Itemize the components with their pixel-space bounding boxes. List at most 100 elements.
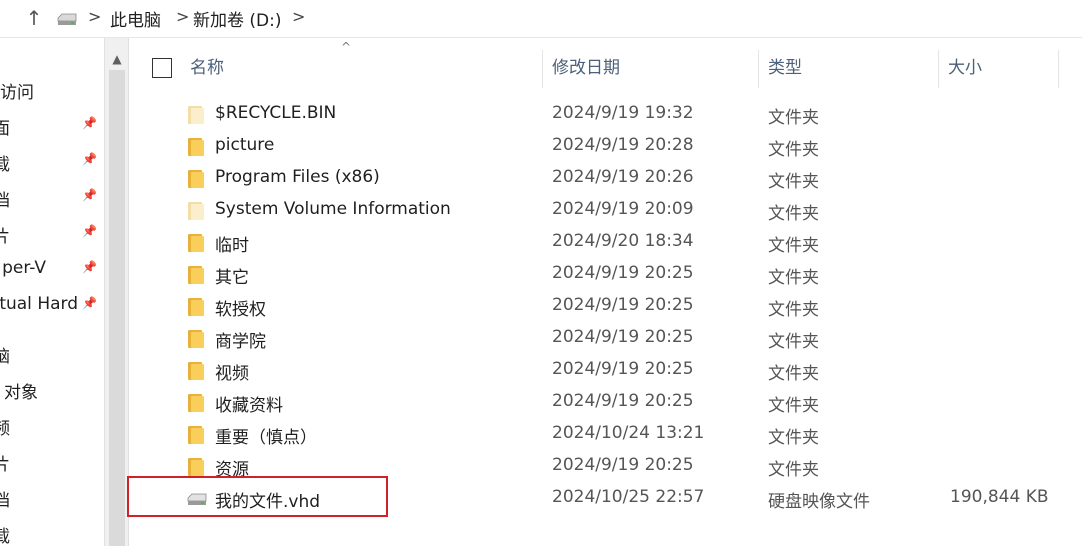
nav-item-pictures[interactable]: 片 📌 — [0, 218, 104, 248]
nav-item-desktop[interactable]: 面 📌 — [0, 110, 104, 140]
nav-item-label: 片 — [0, 227, 10, 247]
file-row[interactable]: System Volume Information 2024/9/19 20:0… — [130, 194, 1082, 226]
folder-icon — [188, 170, 204, 188]
file-row[interactable]: 重要（慎点） 2024/10/24 13:21 文件夹 — [130, 418, 1082, 450]
nav-item-hyper-v[interactable]: per-V 📌 — [0, 254, 104, 284]
file-type: 文件夹 — [768, 268, 819, 288]
file-date: 2024/9/19 20:09 — [552, 199, 694, 219]
column-header-size[interactable]: 大小 — [948, 46, 982, 90]
file-list-pane: ^ 名称 修改日期 类型 大小 $RECYCLE.BIN 2024/9/19 1… — [127, 38, 1082, 546]
file-name: 软授权 — [215, 300, 266, 320]
file-type: 文件夹 — [768, 332, 819, 352]
file-name: 商学院 — [215, 332, 266, 352]
folder-icon — [188, 298, 204, 316]
file-type: 文件夹 — [768, 428, 819, 448]
file-name: picture — [215, 135, 275, 155]
file-date: 2024/9/19 20:28 — [552, 135, 694, 155]
breadcrumb-separator[interactable]: > — [176, 7, 189, 26]
file-name: 重要（慎点） — [215, 428, 317, 448]
file-row[interactable]: 其它 2024/9/19 20:25 文件夹 — [130, 258, 1082, 290]
file-row[interactable]: Program Files (x86) 2024/9/19 20:26 文件夹 — [130, 162, 1082, 194]
sort-ascending-icon: ^ — [341, 40, 352, 54]
file-type: 文件夹 — [768, 460, 819, 480]
column-header-row: ^ 名称 修改日期 类型 大小 — [130, 40, 1060, 90]
file-type: 文件夹 — [768, 236, 819, 256]
select-all-checkbox[interactable] — [152, 58, 172, 78]
file-name: System Volume Information — [215, 199, 451, 219]
folder-icon — [188, 266, 204, 284]
nav-item-downloads-pc[interactable]: 载 — [0, 518, 104, 546]
arrow-up-icon[interactable]: ↑ — [24, 6, 44, 30]
breadcrumb-drive-d[interactable]: 新加卷 (D:) — [193, 6, 282, 31]
pin-icon: 📌 — [82, 116, 97, 130]
file-row[interactable]: 收藏资料 2024/9/19 20:25 文件夹 — [130, 386, 1082, 418]
nav-item-label: 面 — [0, 119, 10, 139]
file-row[interactable]: 软授权 2024/9/19 20:25 文件夹 — [130, 290, 1082, 322]
column-header-type[interactable]: 类型 — [768, 46, 802, 90]
pin-icon: 📌 — [82, 260, 97, 274]
file-row[interactable]: 视频 2024/9/19 20:25 文件夹 — [130, 354, 1082, 386]
nav-item-label: 片 — [0, 455, 10, 475]
scrollbar-thumb[interactable] — [109, 70, 125, 546]
nav-item-videos[interactable]: 频 — [0, 410, 104, 440]
file-date: 2024/9/19 20:25 — [552, 263, 694, 283]
column-divider[interactable] — [758, 50, 759, 88]
file-row[interactable]: 临时 2024/9/20 18:34 文件夹 — [130, 226, 1082, 258]
file-name: 其它 — [215, 268, 249, 288]
nav-item-3d-objects[interactable]: 对象 — [0, 374, 104, 404]
file-date: 2024/9/19 20:25 — [552, 359, 694, 379]
drive-icon — [57, 13, 77, 25]
nav-item-label: 对象 — [4, 383, 38, 403]
navigation-scrollbar[interactable]: ▲ — [104, 38, 129, 546]
nav-item-virtual-hard[interactable]: tual Hard 📌 — [0, 290, 104, 320]
file-type: 文件夹 — [768, 140, 819, 160]
nav-item-label: 频 — [0, 419, 10, 439]
nav-item-quick-access[interactable]: 访问 — [0, 74, 104, 104]
file-type: 文件夹 — [768, 172, 819, 192]
breadcrumb-this-pc[interactable]: 此电脑 — [110, 6, 161, 31]
file-row[interactable]: 商学院 2024/9/19 20:25 文件夹 — [130, 322, 1082, 354]
file-type: 文件夹 — [768, 364, 819, 384]
nav-item-label: 载 — [0, 155, 10, 175]
file-name: 临时 — [215, 236, 249, 256]
file-size: 190,844 KB — [950, 487, 1049, 507]
address-bar: ↑ > 此电脑 > 新加卷 (D:) > — [0, 0, 1082, 38]
file-date: 2024/9/19 20:25 — [552, 391, 694, 411]
nav-item-label: tual Hard — [0, 294, 78, 314]
nav-item-documents[interactable]: 档 📌 — [0, 182, 104, 212]
file-type: 文件夹 — [768, 300, 819, 320]
file-name: 收藏资料 — [215, 396, 283, 416]
file-type: 文件夹 — [768, 204, 819, 224]
nav-item-pictures-pc[interactable]: 片 — [0, 446, 104, 476]
breadcrumb-separator[interactable]: > — [292, 7, 305, 26]
folder-icon — [188, 426, 204, 444]
column-divider[interactable] — [938, 50, 939, 88]
nav-item-label: 访问 — [0, 83, 34, 103]
nav-item-label: 档 — [0, 191, 10, 211]
nav-item-downloads[interactable]: 载 📌 — [0, 146, 104, 176]
file-type: 文件夹 — [768, 108, 819, 128]
column-header-date[interactable]: 修改日期 — [552, 46, 620, 90]
nav-item-label: per-V — [2, 258, 46, 278]
column-header-name[interactable]: 名称 — [190, 46, 224, 90]
scroll-up-icon[interactable]: ▲ — [109, 52, 125, 66]
file-name: Program Files (x86) — [215, 167, 380, 187]
file-name: 视频 — [215, 364, 249, 384]
nav-item-this-pc[interactable]: 脑 — [0, 338, 104, 368]
folder-icon — [188, 234, 204, 252]
column-divider[interactable] — [1058, 50, 1059, 88]
file-name: $RECYCLE.BIN — [215, 103, 337, 123]
nav-item-label: 档 — [0, 491, 10, 511]
folder-icon — [188, 394, 204, 412]
file-row[interactable]: picture 2024/9/19 20:28 文件夹 — [130, 130, 1082, 162]
file-row[interactable]: $RECYCLE.BIN 2024/9/19 19:32 文件夹 — [130, 98, 1082, 130]
pin-icon: 📌 — [82, 152, 97, 166]
folder-icon — [188, 202, 204, 220]
nav-item-documents-pc[interactable]: 档 — [0, 482, 104, 512]
breadcrumb-separator[interactable]: > — [88, 7, 101, 26]
folder-icon — [188, 138, 204, 156]
nav-item-label: 脑 — [0, 347, 10, 367]
folder-icon — [188, 106, 204, 124]
file-date: 2024/9/19 20:25 — [552, 455, 694, 475]
column-divider[interactable] — [542, 50, 543, 88]
